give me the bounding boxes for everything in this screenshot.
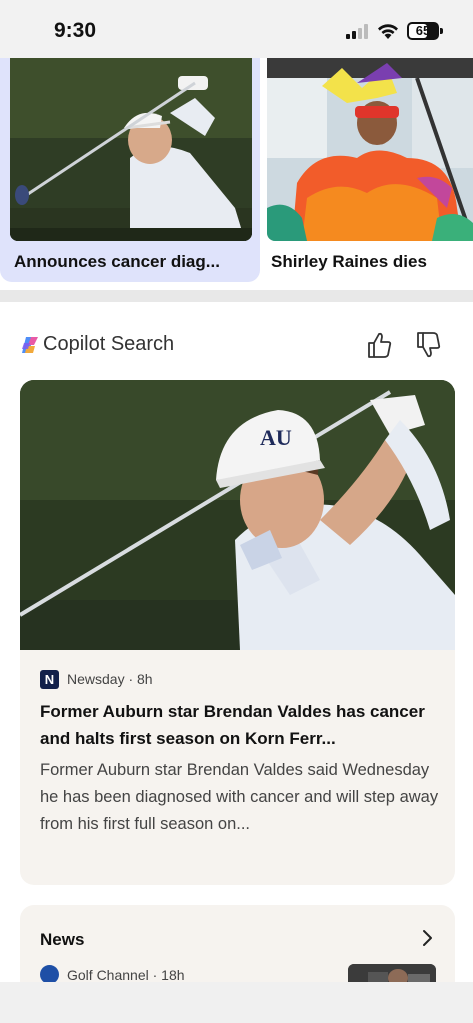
battery-icon: 65 bbox=[407, 22, 443, 40]
wifi-icon bbox=[378, 24, 398, 39]
costume-thumbnail-image[interactable] bbox=[267, 58, 473, 241]
copilot-logo-icon bbox=[22, 337, 38, 353]
battery-cap bbox=[440, 28, 443, 34]
golfer-thumbnail-image[interactable] bbox=[10, 58, 252, 241]
news-item-source: Golf Channel · 18h bbox=[67, 967, 185, 983]
golfer-photo-illustration bbox=[10, 58, 252, 241]
bottom-toolbar bbox=[0, 982, 473, 1023]
status-time: 9:30 bbox=[54, 19, 97, 42]
chevron-right-icon[interactable] bbox=[420, 929, 434, 947]
thumbs-down-icon[interactable] bbox=[415, 331, 441, 359]
thumbs-up-icon[interactable] bbox=[366, 331, 392, 359]
copilot-search-section: Copilot Search AU N Newsday · 8h Former … bbox=[0, 302, 473, 995]
copilot-search-title: Copilot Search bbox=[43, 333, 175, 355]
top-stories-carousel[interactable]: Announces cancer diag... Shirley Raines … bbox=[0, 58, 473, 290]
news-section-title: News bbox=[40, 930, 85, 949]
carousel-card-2-caption[interactable]: Shirley Raines dies bbox=[271, 252, 427, 272]
battery-percent: 65 bbox=[415, 23, 431, 38]
article-source: Newsday · 8h bbox=[67, 671, 153, 687]
status-bar: 9:30 65 bbox=[0, 0, 473, 58]
article-snippet: Former Auburn star Brendan Valdes said W… bbox=[40, 761, 439, 833]
carousel-card-1-caption: Announces cancer diag... bbox=[14, 252, 220, 271]
colorful-costume-photo-illustration bbox=[267, 58, 473, 241]
article-headline[interactable]: Former Auburn star Brendan Valdes has ca… bbox=[40, 698, 440, 752]
article-hero-image[interactable]: AU bbox=[20, 380, 455, 650]
newsday-logo-icon: N bbox=[40, 670, 59, 689]
section-divider bbox=[0, 290, 473, 302]
svg-text:AU: AU bbox=[260, 425, 292, 450]
cellular-signal-icon bbox=[346, 24, 368, 39]
featured-article-card[interactable]: AU N Newsday · 8h Former Auburn star Bre… bbox=[20, 380, 455, 885]
carousel-card-1[interactable]: Announces cancer diag... bbox=[0, 58, 260, 282]
